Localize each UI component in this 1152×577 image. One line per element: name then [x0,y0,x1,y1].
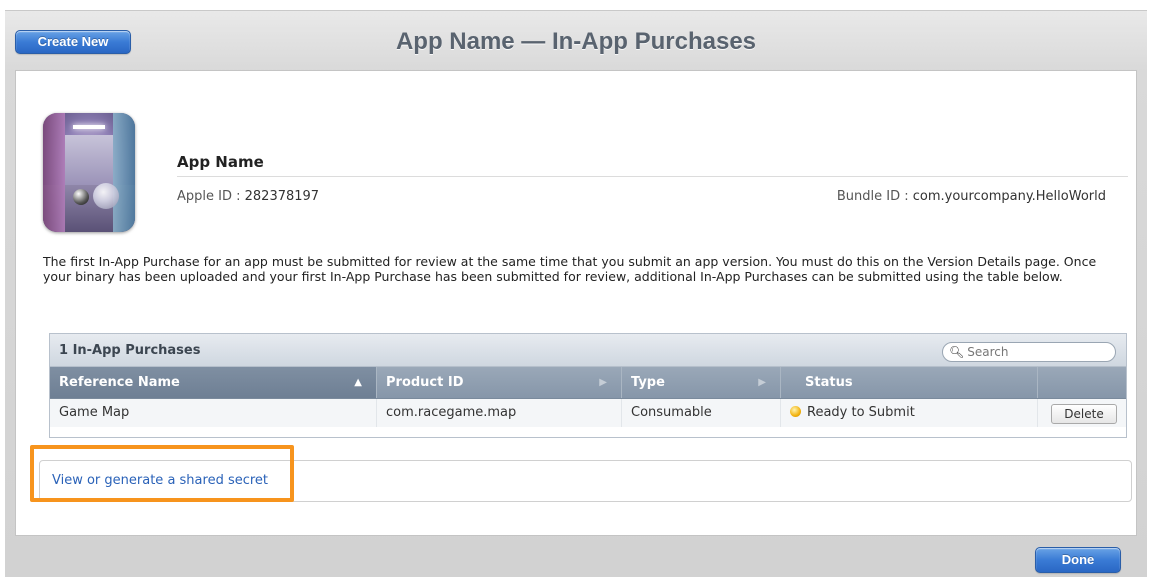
column-headers: Reference Name ▲ Product ID ▶ Type ▶ Sta… [50,367,1126,399]
status-label: Ready to Submit [807,405,915,420]
page-title: App Name — In-App Purchases [395,28,757,55]
table-header: 1 In-App Purchases 🔍︎ Search [50,334,1126,367]
table-row[interactable]: Game Map com.racegame.map Consumable Rea… [50,399,1126,427]
column-type[interactable]: Type ▶ [622,367,781,398]
sort-icon: ▶ [758,377,766,388]
bundle-id: Bundle ID : com.yourcompany.HelloWorld [837,189,1106,204]
table-count: 1 In-App Purchases [59,343,201,358]
cell-reference-name: Game Map [50,399,377,427]
done-button[interactable]: Done [1035,547,1121,573]
app-icon [43,113,135,232]
cell-product-id: com.racegame.map [377,399,622,427]
app-name: App Name [177,153,264,171]
apple-id-value: 282378197 [244,189,320,204]
column-actions [1038,367,1126,398]
bundle-id-value: com.yourcompany.HelloWorld [912,189,1106,204]
search-icon: 🔍︎ [949,345,965,359]
apple-id-label: Apple ID : [177,189,245,204]
apple-id: Apple ID : 282378197 [177,189,319,204]
intro-text: The first In-App Purchase for an app mus… [43,254,1097,284]
column-status[interactable]: Status [781,367,1038,398]
column-product-id[interactable]: Product ID ▶ [377,367,622,398]
column-reference-name[interactable]: Reference Name ▲ [50,367,377,398]
highlight-box [30,445,294,502]
search-placeholder: Search [967,345,1009,359]
cell-type: Consumable [622,399,781,427]
delete-button[interactable]: Delete [1051,404,1117,424]
sort-ascending-icon: ▲ [354,377,362,388]
status-indicator-icon [790,406,801,417]
sort-icon: ▶ [599,377,607,388]
cell-actions: Delete [1038,399,1126,427]
search-input[interactable]: 🔍︎ Search [942,342,1116,362]
divider [177,176,1128,177]
in-app-purchases-table: 1 In-App Purchases 🔍︎ Search Reference Na… [49,333,1127,438]
cell-status: Ready to Submit [781,399,1038,427]
toolbar: Create New App Name — In-App Purchases [5,11,1147,71]
bundle-id-label: Bundle ID : [836,189,913,204]
